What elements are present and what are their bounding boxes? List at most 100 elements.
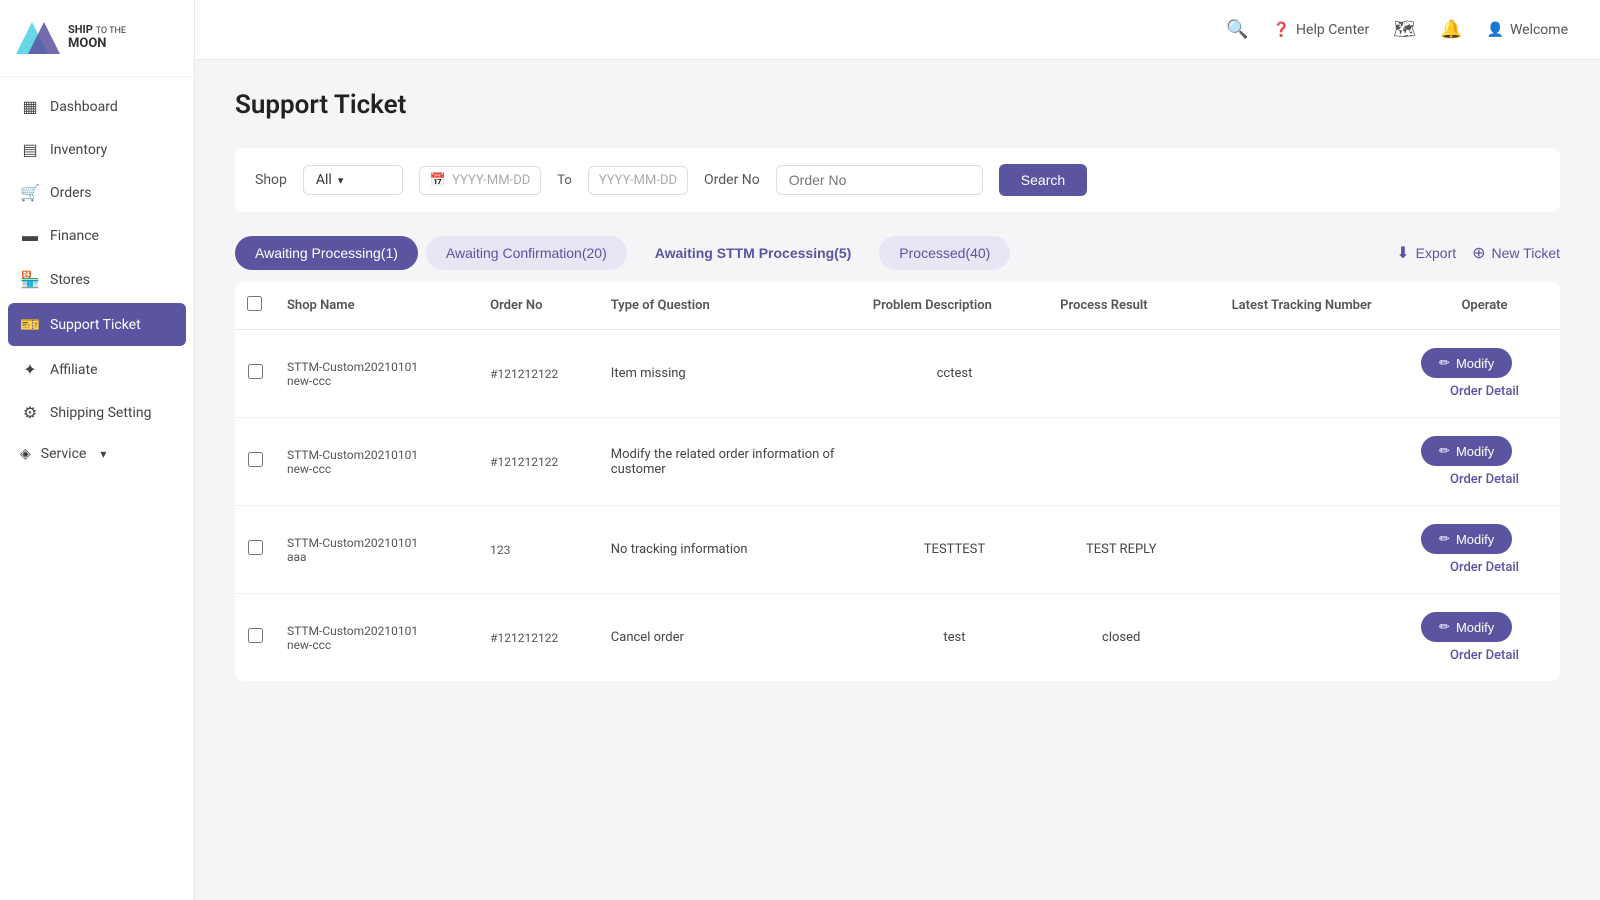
sidebar-label-dashboard: Dashboard: [50, 99, 118, 115]
row-operate: ✏ Modify Order Detail: [1409, 594, 1560, 682]
row-checkbox-cell: [235, 506, 275, 594]
sidebar-nav: ▦ Dashboard ▤ Inventory 🛒 Orders ▬ Finan…: [0, 77, 194, 900]
modify-button[interactable]: ✏ Modify: [1421, 436, 1512, 466]
page-title: Support Ticket: [235, 90, 1560, 120]
date-to-placeholder: YYYY-MM-DD: [599, 173, 677, 188]
sidebar-item-affiliate[interactable]: ✦ Affiliate: [0, 348, 194, 391]
search-button[interactable]: Search: [999, 164, 1087, 196]
pencil-icon: ✏: [1439, 443, 1450, 459]
orders-icon: 🛒: [20, 183, 40, 202]
col-problem-description: Problem Description: [861, 282, 1048, 330]
export-icon: ⬇: [1396, 243, 1409, 263]
pencil-icon: ✏: [1439, 619, 1450, 635]
row-problem-description: cctest: [861, 330, 1048, 418]
col-checkbox: [235, 282, 275, 330]
table-row: STTM-Custom20210101 new-ccc #121212122 I…: [235, 330, 1560, 418]
calendar-icon: 📅: [430, 173, 446, 188]
row-order-no: 123: [478, 506, 599, 594]
col-type-of-question: Type of Question: [599, 282, 861, 330]
main-content: 🔍 ❓ Help Center 🗺 🔔 👤 Welcome Support Ti…: [195, 0, 1600, 900]
select-all-checkbox[interactable]: [247, 296, 262, 311]
date-from-placeholder: YYYY-MM-DD: [452, 173, 530, 188]
stores-icon: 🏪: [20, 270, 40, 289]
modify-button[interactable]: ✏ Modify: [1421, 348, 1512, 378]
row-process-result: closed: [1048, 594, 1194, 682]
sidebar-label-finance: Finance: [50, 228, 99, 244]
sidebar-item-inventory[interactable]: ▤ Inventory: [0, 128, 194, 171]
logo[interactable]: SHIP TO THE MOON: [0, 0, 194, 77]
date-to-input[interactable]: YYYY-MM-DD: [588, 166, 688, 195]
sidebar-item-dashboard[interactable]: ▦ Dashboard: [0, 85, 194, 128]
finance-icon: ▬: [20, 226, 40, 246]
tabs-row: Awaiting Processing(1) Awaiting Confirma…: [235, 236, 1560, 270]
sidebar-item-support-ticket[interactable]: 🎫 Support Ticket: [8, 303, 186, 346]
row-problem-description: [861, 418, 1048, 506]
order-detail-link[interactable]: Order Detail: [1421, 560, 1548, 575]
plus-icon: ⊕: [1472, 243, 1485, 263]
shipping-icon: ⚙: [20, 403, 40, 422]
table-row: STTM-Custom20210101 new-ccc #121212122 C…: [235, 594, 1560, 682]
tab-awaiting-confirmation[interactable]: Awaiting Confirmation(20): [426, 236, 627, 270]
sidebar-item-service[interactable]: ◈ Service ▾: [0, 434, 194, 474]
sidebar-item-shipping-setting[interactable]: ⚙ Shipping Setting: [0, 391, 194, 434]
shop-select[interactable]: All ▾: [303, 165, 403, 195]
order-detail-link[interactable]: Order Detail: [1421, 384, 1548, 399]
service-chevron-icon: ▾: [100, 447, 106, 461]
help-center-link[interactable]: ❓ Help Center: [1273, 22, 1370, 38]
order-detail-link[interactable]: Order Detail: [1421, 648, 1548, 663]
user-welcome[interactable]: 👤 Welcome: [1487, 22, 1569, 38]
help-icon: ❓: [1273, 22, 1290, 38]
chevron-down-icon: ▾: [338, 174, 344, 187]
date-to-label: To: [557, 173, 572, 188]
tickets-table-container: Shop Name Order No Type of Question Prob…: [235, 282, 1560, 681]
sidebar: SHIP TO THE MOON ▦ Dashboard ▤ Inventory…: [0, 0, 195, 900]
tab-awaiting-sttm[interactable]: Awaiting STTM Processing(5): [635, 236, 872, 270]
bell-icon[interactable]: 🔔: [1440, 19, 1462, 40]
row-problem-description: test: [861, 594, 1048, 682]
search-icon[interactable]: 🔍: [1226, 19, 1248, 40]
service-icon: ◈: [20, 446, 31, 462]
row-process-result: TEST REPLY: [1048, 506, 1194, 594]
row-type-of-question: No tracking information: [599, 506, 861, 594]
new-ticket-button[interactable]: ⊕ New Ticket: [1472, 243, 1560, 263]
sidebar-label-shipping: Shipping Setting: [50, 405, 152, 421]
col-latest-tracking: Latest Tracking Number: [1194, 282, 1409, 330]
modify-button[interactable]: ✏ Modify: [1421, 612, 1512, 642]
row-operate: ✏ Modify Order Detail: [1409, 418, 1560, 506]
order-detail-link[interactable]: Order Detail: [1421, 472, 1548, 487]
welcome-label: Welcome: [1510, 22, 1568, 38]
row-type-of-question: Modify the related order information of …: [599, 418, 861, 506]
sidebar-item-stores[interactable]: 🏪 Stores: [0, 258, 194, 301]
table-row: STTM-Custom20210101 new-ccc #121212122 M…: [235, 418, 1560, 506]
row-checkbox[interactable]: [248, 628, 263, 643]
row-latest-tracking: [1194, 418, 1409, 506]
sidebar-label-stores: Stores: [50, 272, 90, 288]
tickets-table: Shop Name Order No Type of Question Prob…: [235, 282, 1560, 681]
sidebar-label-service: Service: [41, 446, 87, 462]
export-button[interactable]: ⬇ Export: [1396, 243, 1456, 263]
inventory-icon: ▤: [20, 140, 40, 159]
row-checkbox[interactable]: [248, 540, 263, 555]
tab-awaiting-processing[interactable]: Awaiting Processing(1): [235, 236, 418, 270]
col-shop-name: Shop Name: [275, 282, 478, 330]
sidebar-label-affiliate: Affiliate: [50, 362, 98, 378]
date-from-input[interactable]: 📅 YYYY-MM-DD: [419, 166, 541, 195]
row-checkbox-cell: [235, 330, 275, 418]
sidebar-item-finance[interactable]: ▬ Finance: [0, 214, 194, 258]
pencil-icon: ✏: [1439, 355, 1450, 371]
row-process-result: [1048, 330, 1194, 418]
filter-row: Shop All ▾ 📅 YYYY-MM-DD To YYYY-MM-DD Or…: [235, 148, 1560, 212]
sidebar-item-orders[interactable]: 🛒 Orders: [0, 171, 194, 214]
row-process-result: [1048, 418, 1194, 506]
row-checkbox-cell: [235, 418, 275, 506]
row-checkbox[interactable]: [248, 452, 263, 467]
sidebar-label-orders: Orders: [50, 185, 92, 201]
map-icon[interactable]: 🗺: [1393, 19, 1416, 40]
row-shop-name: STTM-Custom20210101 new-ccc: [275, 330, 478, 418]
modify-button[interactable]: ✏ Modify: [1421, 524, 1512, 554]
help-center-label: Help Center: [1296, 22, 1369, 38]
order-no-input[interactable]: [776, 165, 983, 195]
row-checkbox[interactable]: [248, 364, 263, 379]
tab-processed[interactable]: Processed(40): [879, 236, 1010, 270]
row-order-no: #121212122: [478, 418, 599, 506]
